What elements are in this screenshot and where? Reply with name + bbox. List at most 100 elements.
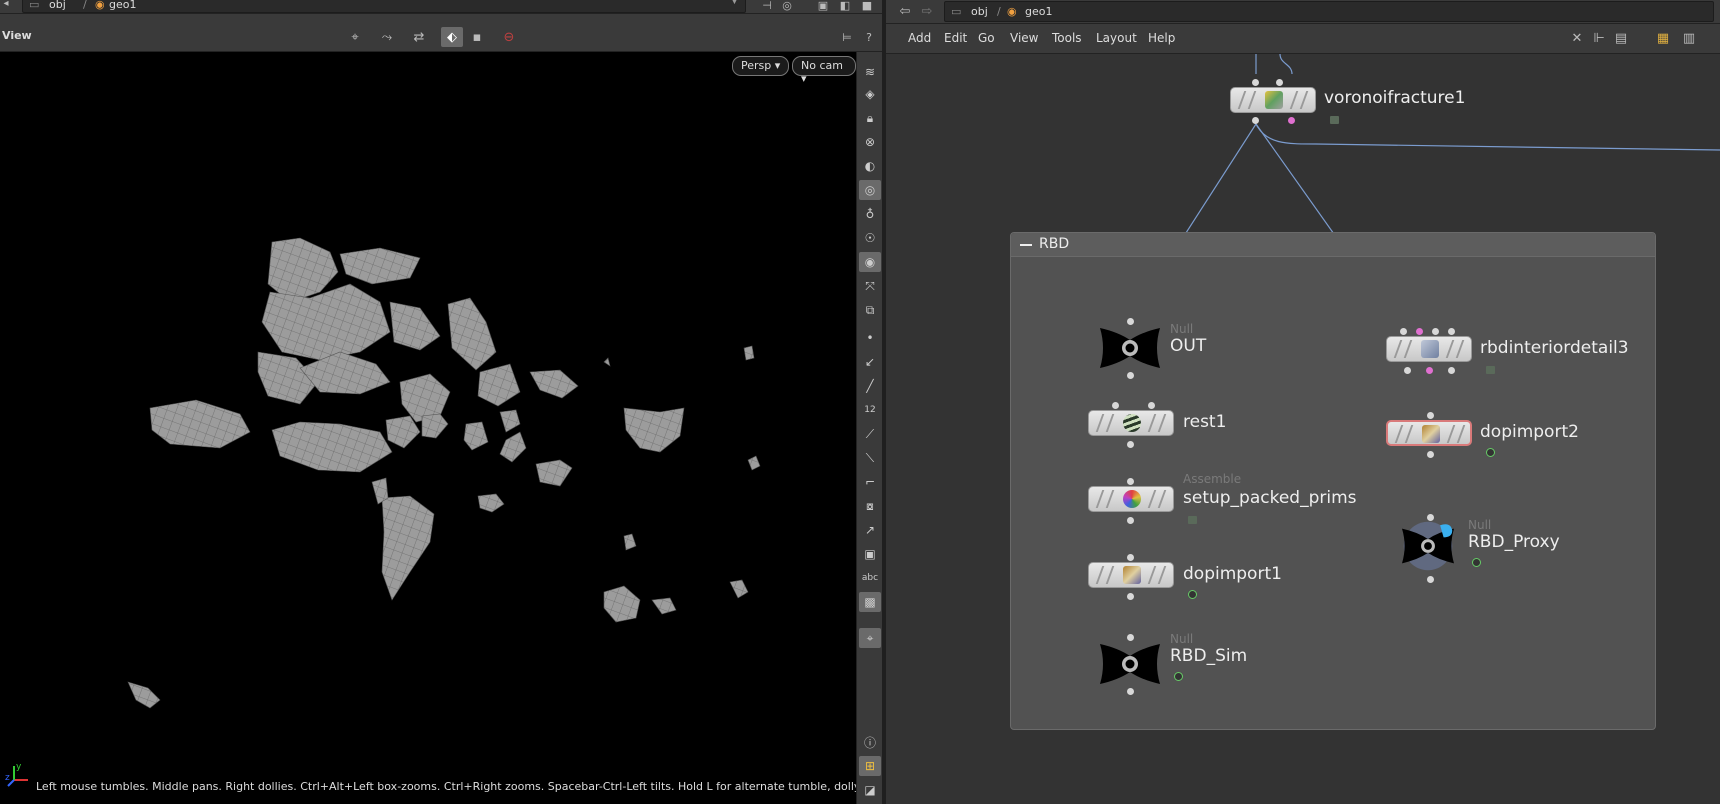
input-port[interactable]	[1148, 402, 1155, 409]
right-path-field[interactable]: ▭ obj / ◉ geo1	[944, 1, 1714, 22]
primitive-display-icon[interactable]: ⟋	[859, 424, 881, 444]
select-mode-icon[interactable]: ⌖	[344, 27, 366, 47]
tree-icon[interactable]: ⊩	[1588, 28, 1610, 48]
panel-icon[interactable]: ▥	[1678, 28, 1700, 48]
3d-viewport[interactable]: Persp ▾ No cam ▾ y z Left mouse tumbles.…	[0, 52, 925, 804]
hull-icon[interactable]: ⧇	[859, 496, 881, 516]
help-icon[interactable]: ?	[858, 27, 880, 47]
menu-help[interactable]: Help	[1148, 31, 1175, 45]
backface-icon[interactable]: ▣	[859, 544, 881, 564]
point-number-icon[interactable]: 12	[859, 400, 881, 420]
path-crumb-geo1[interactable]: geo1	[1025, 5, 1052, 18]
input-port[interactable]	[1127, 318, 1134, 325]
back-arrow-icon[interactable]: ◂	[0, 0, 12, 10]
snapshot-icon[interactable]: ◪	[859, 780, 881, 800]
path-crumb-obj[interactable]: obj	[49, 0, 66, 11]
menu-go[interactable]: Go	[978, 31, 995, 45]
input-port[interactable]	[1427, 514, 1434, 521]
shading-icon[interactable]: ◐	[859, 156, 881, 176]
input-port[interactable]	[1127, 554, 1134, 561]
output-port[interactable]	[1252, 117, 1259, 124]
palette-icon[interactable]: ▦	[1652, 28, 1674, 48]
input-port[interactable]	[1416, 328, 1423, 335]
left-path-field[interactable]: ▭ obj / ◉ geo1 ▼	[22, 0, 746, 13]
background-image-icon[interactable]: ▩	[859, 592, 881, 612]
text-label-icon[interactable]: abc	[859, 568, 881, 588]
output-port[interactable]	[1127, 517, 1134, 524]
output-port[interactable]	[1404, 367, 1411, 374]
node-voronoifracture1[interactable]	[1230, 87, 1316, 113]
node-out[interactable]	[1098, 322, 1162, 374]
node-rbdinteriordetail3[interactable]	[1386, 336, 1472, 362]
path-crumb-obj[interactable]: obj	[971, 5, 988, 18]
primitive-number-icon[interactable]: ⟍	[859, 448, 881, 468]
output-port[interactable]	[1127, 441, 1134, 448]
input-port[interactable]	[1432, 328, 1439, 335]
display-options-icon[interactable]: ≋	[859, 62, 881, 82]
lock-icon[interactable]: 🔒︎	[859, 108, 881, 128]
menu-view[interactable]: View	[1010, 31, 1038, 45]
input-port[interactable]	[1127, 634, 1134, 641]
input-port[interactable]	[1112, 402, 1119, 409]
output-port[interactable]	[1127, 688, 1134, 695]
camera-tools-icon[interactable]: ⧉	[859, 300, 881, 320]
output-port[interactable]	[1288, 117, 1295, 124]
select-groups-icon[interactable]: ⇄	[408, 27, 430, 47]
output-port[interactable]	[1427, 576, 1434, 583]
maximize-icon[interactable]: ■	[856, 0, 878, 15]
forward-icon[interactable]: ⇨	[916, 1, 938, 21]
input-port[interactable]	[1276, 79, 1283, 86]
node-setup-packed-prims[interactable]	[1088, 486, 1174, 512]
menu-add[interactable]: Add	[908, 31, 931, 45]
light-bulb-icon[interactable]: ♁	[859, 204, 881, 224]
location-icon[interactable]: ⌖	[859, 628, 881, 648]
geometry-display-icon[interactable]: ◉	[859, 252, 881, 272]
output-port[interactable]	[1127, 593, 1134, 600]
point-display-icon[interactable]: •	[859, 328, 881, 348]
network-canvas[interactable]: voronoifracture1 RBD Null OUT rest1 Asse…	[886, 54, 1720, 804]
info-icon[interactable]: ⓘ	[859, 732, 881, 752]
camera-icon[interactable]: ▣	[812, 0, 834, 15]
grid-icon[interactable]: ⊞	[859, 756, 881, 776]
pin-icon[interactable]: ⊣	[756, 0, 778, 15]
link-icon[interactable]: ◎	[776, 0, 798, 15]
output-port[interactable]	[1127, 372, 1134, 379]
node-dopimport1[interactable]	[1088, 562, 1174, 588]
path-dropdown-icon[interactable]: ▼	[731, 0, 738, 6]
close-circle-icon[interactable]: ⊗	[859, 132, 881, 152]
menu-edit[interactable]: Edit	[944, 31, 967, 45]
select-whole-icon[interactable]: ⬖	[441, 27, 463, 47]
no-entry-icon[interactable]: ⊖	[498, 27, 520, 47]
vector-display-icon[interactable]: ╱	[859, 376, 881, 396]
ghost-icon[interactable]: ◈	[859, 84, 881, 104]
profile-icon[interactable]: ⌐	[859, 472, 881, 492]
display-icon[interactable]: ◧	[834, 0, 856, 15]
node-rbd-proxy[interactable]	[1396, 520, 1460, 572]
tools-icon[interactable]: ✕	[1566, 28, 1588, 48]
input-port[interactable]	[1427, 412, 1434, 419]
normal-display-icon[interactable]: ↙	[859, 352, 881, 372]
snapping-icon[interactable]: ⊨	[836, 27, 858, 47]
menu-layout[interactable]: Layout	[1096, 31, 1137, 45]
uv-icon[interactable]: ↗	[859, 520, 881, 540]
input-port[interactable]	[1400, 328, 1407, 335]
box-select-icon[interactable]: ▪	[466, 27, 488, 47]
input-port[interactable]	[1127, 478, 1134, 485]
network-box-header[interactable]: RBD	[1011, 233, 1655, 257]
path-crumb-geo1[interactable]: geo1	[109, 0, 136, 11]
secure-selection-icon[interactable]: ⤳	[376, 27, 398, 47]
node-dopimport2[interactable]	[1386, 420, 1472, 446]
output-port[interactable]	[1426, 367, 1433, 374]
menu-tools[interactable]: Tools	[1052, 31, 1082, 45]
output-port[interactable]	[1427, 451, 1434, 458]
output-port[interactable]	[1448, 367, 1455, 374]
node-rbd-sim[interactable]	[1098, 638, 1162, 690]
node-rest1[interactable]	[1088, 410, 1174, 436]
back-icon[interactable]: ⇦	[894, 1, 916, 21]
list-icon[interactable]: ▤	[1610, 28, 1632, 48]
collapse-icon[interactable]	[1020, 244, 1032, 246]
template-icon[interactable]: ⤧	[859, 276, 881, 296]
input-port[interactable]	[1252, 79, 1259, 86]
input-port[interactable]	[1448, 328, 1455, 335]
shadow-light-icon[interactable]: ☉	[859, 228, 881, 248]
